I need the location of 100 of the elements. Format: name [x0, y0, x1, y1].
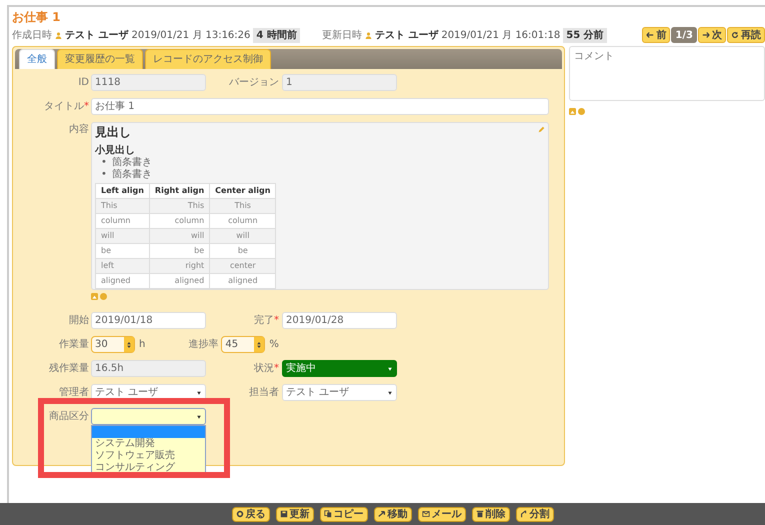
- unit-label: h: [139, 338, 146, 352]
- dropdown-option[interactable]: コンサルティング: [92, 462, 205, 474]
- split-button[interactable]: 分割: [516, 506, 554, 522]
- elapsed-time: 4 時間前: [253, 28, 300, 42]
- required-mark: *: [84, 101, 89, 112]
- field-value: 45: [225, 338, 238, 352]
- table-cell: be: [149, 244, 210, 258]
- readonly-field: 1118: [91, 74, 206, 91]
- field-label: 残作業量: [48, 362, 89, 376]
- tab[interactable]: 全般: [19, 49, 55, 69]
- field-label: 作業量: [58, 338, 89, 352]
- floppy-icon: [280, 510, 288, 518]
- field-value: 30: [95, 338, 108, 352]
- field-label: 内容: [68, 122, 89, 137]
- page-counter[interactable]: 1/3: [671, 27, 697, 43]
- field-label: 完了*: [253, 314, 279, 328]
- select-value: テスト ユーザ: [95, 386, 158, 400]
- elapsed-time: 55 分前: [563, 28, 607, 42]
- arrow-icon: [378, 510, 386, 518]
- select-value: テスト ユーザ: [286, 386, 350, 400]
- number-field[interactable]: 45: [221, 336, 266, 353]
- caret-icon: [387, 390, 393, 396]
- field-label: 開始: [68, 314, 89, 328]
- pencil-icon: [538, 126, 545, 133]
- table-cell: This: [96, 198, 150, 214]
- user-icon: [364, 32, 372, 38]
- meta-label: 更新日時: [322, 28, 362, 42]
- circle-icon: [236, 510, 244, 518]
- page-title: お仕事 1: [12, 9, 61, 25]
- move-button[interactable]: 移動: [374, 506, 412, 522]
- heading: 見出し: [95, 125, 131, 140]
- bullet-marker: •: [101, 157, 107, 169]
- circle-icon: [578, 108, 585, 115]
- table-cell: column: [210, 214, 276, 228]
- dropdown-option[interactable]: システム開発: [92, 438, 205, 450]
- table-cell: aligned: [96, 274, 150, 288]
- meta-label: 作成日時: [12, 28, 52, 42]
- field-label: 状況*: [253, 362, 279, 376]
- table-cell: will: [149, 228, 210, 244]
- table-cell: be: [96, 244, 150, 258]
- update-button[interactable]: 更新: [276, 506, 314, 522]
- table-cell: This: [149, 198, 210, 214]
- column-header: Right align: [149, 184, 210, 198]
- table-cell: aligned: [210, 274, 276, 288]
- prev-button[interactable]: 前: [642, 27, 670, 43]
- bullet-item: 箇条書き: [112, 157, 152, 168]
- table-cell: left: [96, 258, 150, 274]
- select-field[interactable]: [91, 408, 206, 425]
- caret-icon: [196, 390, 202, 396]
- bullet-item: 箇条書き: [112, 169, 152, 181]
- table-cell: be: [210, 244, 276, 258]
- copy-button[interactable]: コピー: [320, 506, 368, 522]
- mail-icon: [422, 510, 430, 518]
- timestamp: 2019/01/21 月 13:16:26: [131, 28, 250, 42]
- table-cell: column: [96, 214, 150, 228]
- spinner-arrows-icon: [126, 340, 132, 350]
- table-cell: right: [149, 258, 210, 274]
- table-cell: This: [210, 198, 276, 214]
- field-label: 商品区分: [48, 410, 89, 424]
- bullet-marker: •: [101, 169, 107, 181]
- table-cell: column: [149, 214, 210, 228]
- unit-label: %: [269, 338, 279, 352]
- split-icon: [520, 510, 528, 518]
- select-field[interactable]: 実施中: [282, 360, 397, 377]
- reload-button[interactable]: 再読: [727, 27, 765, 43]
- trash-icon: [476, 510, 484, 518]
- dropdown-option[interactable]: ソフトウェア販売: [92, 450, 205, 462]
- column-header: Center align: [210, 184, 276, 198]
- next-button[interactable]: 次: [698, 27, 726, 43]
- select-field[interactable]: テスト ユーザ: [282, 384, 397, 401]
- caret-icon: [196, 414, 202, 420]
- delete-button[interactable]: 削除: [472, 506, 510, 522]
- readonly-field: 16.5h: [91, 360, 206, 377]
- field-label: ID: [77, 76, 89, 90]
- reload-icon: [731, 31, 739, 39]
- user-name: テスト ユーザ: [374, 28, 438, 42]
- input-field[interactable]: 2019/01/28: [282, 312, 397, 329]
- input-field[interactable]: お仕事 1: [91, 98, 549, 115]
- tab[interactable]: 変更履歴の一覧: [57, 49, 143, 69]
- subheading: 小見出し: [95, 144, 136, 156]
- image-icon: [569, 108, 576, 115]
- required-mark: *: [274, 315, 279, 326]
- caret-icon: [387, 366, 393, 372]
- tab[interactable]: レコードのアクセス制御: [145, 49, 271, 69]
- back-button[interactable]: 戻る: [232, 506, 270, 522]
- table-cell: center: [210, 258, 276, 274]
- number-field[interactable]: 30: [91, 336, 135, 353]
- arrow-left-icon: [646, 31, 654, 39]
- circle-icon: [100, 293, 107, 300]
- input-field[interactable]: 2019/01/18: [91, 312, 206, 329]
- column-header: Left align: [96, 184, 150, 198]
- comment-field[interactable]: コメント: [569, 46, 765, 101]
- required-mark: *: [274, 363, 279, 374]
- field-label: 担当者: [248, 386, 279, 400]
- mail-button[interactable]: メール: [418, 506, 466, 522]
- arrow-right-icon: [702, 31, 710, 39]
- image-icon: [91, 293, 98, 300]
- field-label: バージョン: [228, 76, 279, 90]
- table-cell: will: [96, 228, 150, 244]
- user-icon: [55, 32, 62, 38]
